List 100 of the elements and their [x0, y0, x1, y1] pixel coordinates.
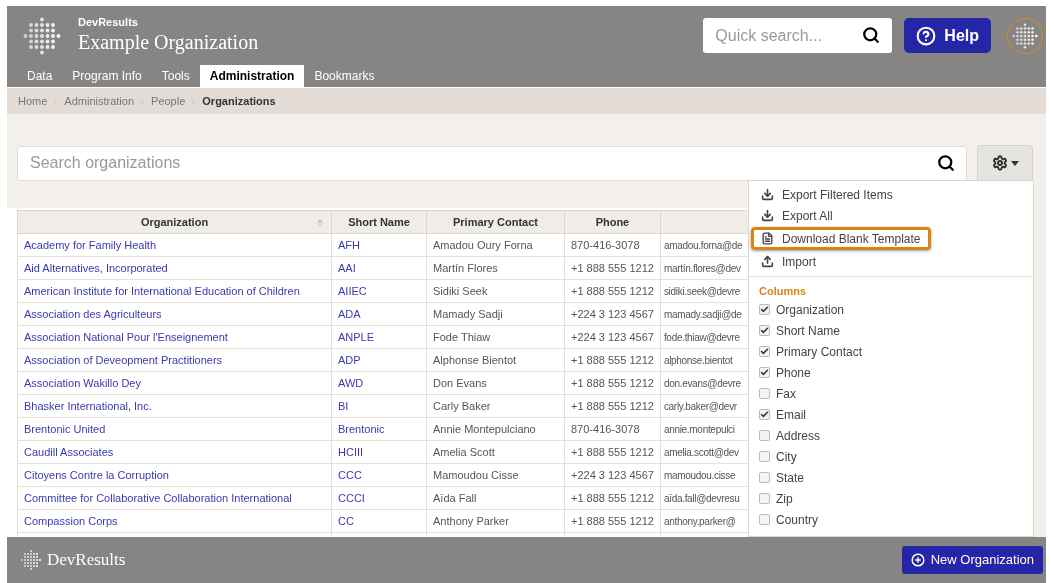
table-cell: Mamady Sadji: [433, 307, 503, 320]
short-name-link[interactable]: AIIEC: [338, 284, 367, 297]
column-checkbox-item[interactable]: State: [749, 467, 1033, 488]
short-name-link[interactable]: HCIII: [338, 445, 364, 458]
search-organizations-field[interactable]: Search organizations: [17, 145, 967, 181]
nav-tab[interactable]: Bookmarks: [304, 65, 385, 87]
column-checkbox-item[interactable]: Short Name: [749, 320, 1033, 341]
check-icon: [760, 368, 769, 377]
checkbox[interactable]: [759, 346, 770, 357]
table-cell: sidiki.seek@devre: [663, 285, 741, 297]
checkbox[interactable]: [759, 514, 770, 525]
table-cell: Amelia Scott: [433, 445, 495, 458]
table-cell: +1 888 555 1212: [571, 514, 654, 527]
short-name-link[interactable]: BI: [338, 399, 349, 412]
checkbox[interactable]: [759, 388, 770, 399]
menu-item[interactable]: Export Filtered Items: [751, 185, 903, 204]
checkbox-label: Short Name: [776, 322, 841, 340]
table-cell: Mamoudou Cisse: [433, 468, 519, 481]
column-checkbox-item[interactable]: City: [749, 446, 1033, 467]
check-icon: [760, 410, 769, 419]
column-checkbox-item[interactable]: Primary Contact: [749, 341, 1033, 362]
table-cell: +224 3 123 4567: [571, 307, 654, 320]
table-cell: martín.flores@dev: [663, 262, 741, 274]
table-cell: carly.baker@devr: [663, 400, 737, 412]
search-icon: [937, 153, 955, 172]
table-cell: annie.montepulci: [663, 423, 735, 435]
footer-brand: DevResults: [47, 549, 126, 572]
columns-heading: Columns: [758, 284, 808, 299]
checkbox[interactable]: [759, 325, 770, 336]
menu-item[interactable]: Export All: [751, 206, 843, 225]
checkbox[interactable]: [759, 430, 770, 441]
checkbox[interactable]: [759, 304, 770, 315]
short-name-link[interactable]: ADP: [338, 353, 361, 366]
nav-tab[interactable]: Data: [17, 65, 63, 87]
column-checkbox-item[interactable]: Fax: [749, 383, 1033, 404]
breadcrumb-current: Organizations: [202, 93, 276, 109]
help-icon: [916, 25, 937, 46]
table-cell: mamady.sadji@de: [663, 308, 742, 320]
help-button[interactable]: Help: [904, 18, 991, 53]
table-cell: Alphonse Bientot: [433, 353, 517, 366]
globe-logo-icon: [19, 548, 43, 572]
organization-link[interactable]: Brentonic United: [24, 422, 106, 435]
short-name-link[interactable]: CCCI: [338, 491, 365, 504]
document-icon: [761, 232, 774, 245]
table-cell: anthony.parker@: [663, 515, 736, 527]
table-cell: Annie Montepulciano: [433, 422, 536, 435]
column-checkbox-item[interactable]: Zip: [749, 488, 1033, 509]
check-icon: [760, 305, 769, 314]
column-checkbox-item[interactable]: Phone: [749, 362, 1033, 383]
column-checkbox-item[interactable]: Country: [749, 509, 1033, 530]
column-checkbox-item[interactable]: Address: [749, 425, 1033, 446]
table-cell: +1 888 555 1212: [571, 491, 654, 504]
download-icon: [761, 209, 774, 222]
quick-search-field[interactable]: Quick search...: [703, 18, 893, 53]
brand-name: DevResults: [78, 16, 139, 29]
column-header[interactable]: Organization: [17, 210, 332, 234]
upload-icon: [761, 255, 774, 268]
column-header[interactable]: Short Name: [331, 210, 427, 234]
short-name-link[interactable]: AAI: [338, 261, 356, 274]
table-cell: +224 3 123 4567: [571, 468, 654, 481]
checkbox-label: Zip: [776, 490, 793, 508]
short-name-link[interactable]: CC: [338, 514, 354, 527]
short-name-link[interactable]: AFH: [338, 238, 360, 251]
column-checkbox-item[interactable]: Organization: [749, 299, 1033, 320]
column-header[interactable]: Primary Contact: [426, 210, 565, 234]
checkbox-label: Fax: [776, 385, 796, 403]
short-name-link[interactable]: ADA: [338, 307, 361, 320]
checkbox[interactable]: [759, 451, 770, 462]
table-cell: Martín Flores: [433, 261, 498, 274]
column-header[interactable]: Phone: [564, 210, 661, 234]
checkbox-label: Email: [776, 406, 806, 424]
table-cell: +224 3 123 4567: [571, 330, 654, 343]
table-cell: Don Evans: [433, 376, 487, 389]
download-icon: [761, 188, 774, 201]
checkbox[interactable]: [759, 409, 770, 420]
checkbox-label: State: [776, 469, 805, 487]
table-cell: mamoudou.cisse: [663, 469, 736, 481]
check-icon: [760, 326, 769, 335]
short-name-link[interactable]: CCC: [338, 468, 362, 481]
menu-item[interactable]: Download Blank Template: [751, 227, 931, 250]
table-cell: +1 888 555 1212: [571, 376, 654, 389]
menu-item[interactable]: Import: [751, 252, 826, 271]
checkbox-label: Phone: [776, 364, 811, 382]
nav-tab[interactable]: Tools: [151, 65, 200, 87]
new-organization-button[interactable]: New Organization: [901, 546, 1043, 574]
checkbox[interactable]: [759, 493, 770, 504]
settings-dropdown-button[interactable]: [977, 145, 1033, 181]
organization-link[interactable]: Compassion Corps: [24, 514, 118, 527]
table-cell: fode.thiaw@devre: [663, 331, 740, 343]
settings-icon: [991, 155, 1008, 171]
short-name-link[interactable]: AWD: [338, 376, 364, 389]
table-cell: alphonse.bientot: [663, 354, 733, 366]
nav-tab[interactable]: Program Info: [62, 65, 152, 87]
checkbox[interactable]: [759, 367, 770, 378]
check-icon: [760, 347, 769, 356]
checkbox-label: Primary Contact: [776, 343, 863, 361]
checkbox[interactable]: [759, 472, 770, 483]
nav-tab[interactable]: Administration: [199, 65, 305, 87]
column-checkbox-item[interactable]: Email: [749, 404, 1033, 425]
organization-link[interactable]: Caudill Associates: [24, 445, 114, 458]
